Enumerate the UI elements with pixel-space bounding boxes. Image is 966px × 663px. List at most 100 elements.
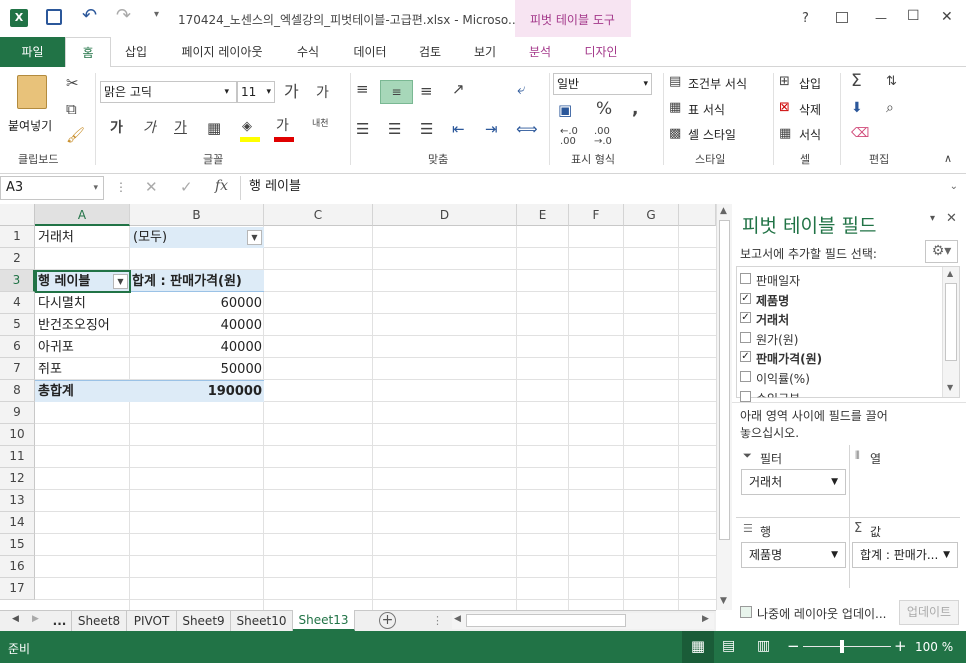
expand-formula-icon[interactable]: ⌄ (950, 176, 958, 198)
zoom-level[interactable]: 100 % (915, 640, 953, 654)
fill-color-icon[interactable] (240, 137, 260, 142)
pivot-row-label[interactable]: 다시멸치 (38, 293, 86, 314)
scroll-left-icon[interactable]: ◀ (454, 614, 461, 624)
zoom-out-icon[interactable]: − (787, 637, 800, 655)
align-right-icon[interactable]: ☰ (420, 121, 433, 137)
field-checkbox[interactable] (740, 273, 751, 284)
field-checkbox[interactable] (740, 390, 751, 402)
scroll-thumb[interactable] (719, 220, 730, 540)
sheet-tab-sheet10[interactable]: Sheet10 (231, 611, 293, 631)
tab-home[interactable]: 홈 (65, 37, 111, 68)
align-top-icon[interactable]: ≡ (356, 81, 369, 97)
tab-file[interactable]: 파일 (0, 37, 65, 67)
horizontal-scroll-thumb[interactable] (466, 614, 626, 627)
column-header-c[interactable]: C (264, 204, 373, 226)
column-header-a[interactable]: A (35, 204, 130, 226)
add-sheet-icon[interactable]: + (379, 612, 396, 629)
align-bottom-icon[interactable]: ≡ (420, 83, 433, 99)
confirm-entry-icon[interactable]: ✓ (180, 178, 193, 196)
zoom-slider[interactable] (803, 646, 891, 647)
tab-insert[interactable]: 삽입 (113, 37, 159, 67)
restore-button[interactable]: ☐ (907, 8, 920, 24)
format-cells-icon[interactable]: ▦ (779, 126, 791, 142)
number-format-select[interactable]: 일반 ▾ (553, 73, 652, 95)
insert-cells-icon[interactable]: ⊞ (779, 74, 790, 90)
delete-cells-icon[interactable]: ⊠ (779, 100, 790, 116)
total-label[interactable]: 총합계 (38, 381, 74, 402)
row-header[interactable]: 2 (0, 248, 35, 270)
row-header[interactable]: 5 (0, 314, 35, 336)
column-header-d[interactable]: D (373, 204, 517, 226)
font-color-letter-icon[interactable]: 가 (276, 118, 289, 134)
increase-decimal-icon[interactable]: ←.0.00 (560, 127, 578, 147)
row-area-item[interactable]: 제품명 ▼ (741, 542, 846, 568)
panel-close-icon[interactable]: ✕ (946, 211, 957, 226)
formula-input[interactable]: 행 레이블 ⌄ (240, 176, 966, 200)
column-header-f[interactable]: F (569, 204, 624, 226)
sheet-ellipsis[interactable]: ... (48, 611, 72, 631)
redo-icon[interactable]: ↷ (116, 5, 131, 26)
row-header[interactable]: 1 (0, 226, 35, 248)
field-scroll-thumb[interactable] (945, 283, 957, 361)
sheet-tab-sheet13[interactable]: Sheet13 (293, 610, 355, 631)
row-header[interactable]: 14 (0, 512, 35, 534)
normal-view-icon[interactable]: ▦ (682, 631, 714, 663)
worksheet-grid[interactable]: A B C D E F G 1 2 3 4 5 6 7 8 9 10 11 12 13 14 15 16 17 … (0, 204, 716, 610)
field-name[interactable]: 이익률(%) (756, 370, 810, 387)
zoom-in-icon[interactable]: + (894, 637, 907, 655)
column-header-e[interactable]: E (517, 204, 569, 226)
field-name[interactable]: 거래처 (756, 311, 789, 328)
prev-sheet-icon[interactable]: ◀ (12, 614, 19, 624)
scroll-down-icon[interactable]: ▼ (947, 383, 953, 392)
field-name[interactable]: 원가(원) (756, 331, 798, 348)
pivot-row-value[interactable]: 40000 (130, 337, 262, 358)
pivot-row-label[interactable]: 아귀포 (38, 337, 74, 358)
row-header[interactable]: 16 (0, 556, 35, 578)
fill-bucket-icon[interactable]: ◈ (242, 119, 252, 135)
underline-icon[interactable]: 가 (174, 120, 187, 136)
pivot-row-label[interactable]: 반건조오징어 (38, 315, 110, 336)
row-header[interactable]: 9 (0, 402, 35, 424)
delete-cells-button[interactable]: 삭제 (799, 101, 821, 118)
pivot-row-value[interactable]: 60000 (130, 293, 262, 314)
scroll-right-icon[interactable]: ▶ (702, 614, 709, 624)
phonetic-icon[interactable]: 내천 (312, 119, 329, 129)
format-painter-icon[interactable]: 🖌 (66, 127, 85, 143)
zoom-slider-thumb[interactable] (840, 640, 844, 653)
total-value[interactable]: 190000 (130, 381, 262, 402)
field-name[interactable]: 판매일자 (756, 272, 800, 289)
sheet-tab-sheet8[interactable]: Sheet8 (72, 611, 127, 631)
scroll-down-icon[interactable]: ▼ (720, 596, 727, 606)
sum-header[interactable]: 합계 : 판매가격(원) (132, 271, 242, 292)
row-header[interactable]: 8 (0, 380, 35, 402)
filter-area-item[interactable]: 거래처 ▼ (741, 469, 846, 495)
tab-page-layout[interactable]: 페이지 레이아웃 (170, 37, 274, 67)
next-sheet-icon[interactable]: ▶ (32, 614, 39, 624)
update-button[interactable]: 업데이트 (899, 600, 959, 625)
help-icon[interactable]: ? (802, 11, 809, 26)
cancel-entry-icon[interactable]: ✕ (145, 178, 158, 196)
undo-icon[interactable]: ↶ (82, 5, 97, 26)
clear-icon[interactable]: ⌫ (851, 126, 869, 142)
conditional-format-icon[interactable]: ▤ (669, 74, 681, 90)
row-header[interactable]: 3 (0, 270, 35, 292)
field-checkbox[interactable]: ✓ (740, 351, 751, 363)
field-checkbox[interactable] (740, 371, 751, 382)
field-name[interactable]: 판매가격(원) (756, 350, 822, 367)
copy-icon[interactable]: ⧉ (66, 101, 77, 117)
filter-dropdown-button[interactable]: ▼ (247, 230, 262, 245)
increase-indent-icon[interactable]: ⇥ (485, 121, 498, 137)
row-header[interactable]: 10 (0, 424, 35, 446)
merge-center-icon[interactable]: ⟺ (516, 121, 538, 137)
decrease-indent-icon[interactable]: ⇤ (452, 121, 465, 137)
border-icon[interactable]: ▦ (207, 120, 221, 136)
font-size-select[interactable]: 11 ▾ (237, 81, 275, 103)
column-header-g[interactable]: G (624, 204, 679, 226)
cut-icon[interactable]: ✂ (66, 75, 79, 91)
align-center-icon[interactable]: ☰ (388, 121, 401, 137)
tab-analyze[interactable]: 분석 (517, 37, 563, 67)
field-checkbox[interactable]: ✓ (740, 312, 751, 324)
orientation-icon[interactable]: ↗ (452, 81, 465, 97)
font-name-select[interactable]: 맑은 고딕 ▾ (100, 81, 237, 103)
horizontal-scrollbar[interactable]: ◀ ▶ (452, 613, 714, 629)
